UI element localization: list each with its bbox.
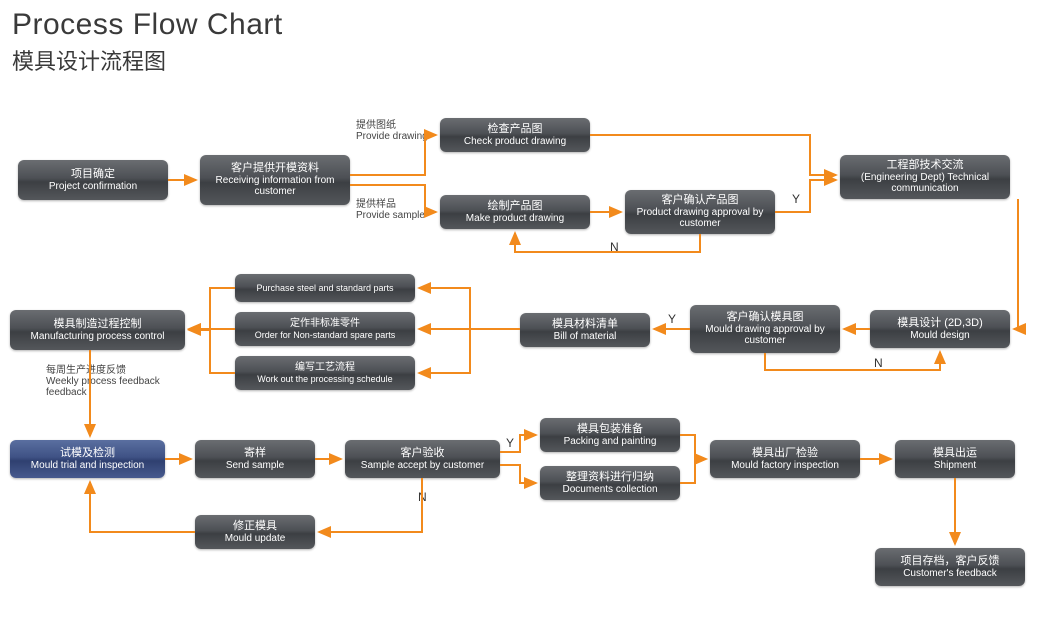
node-customer-feedback: 项目存档，客户反馈 Customer's feedback xyxy=(875,548,1025,586)
text-en: Provide sample xyxy=(356,210,425,221)
text-en: Manufacturing process control xyxy=(31,331,165,343)
node-product-drawing-approval: 客户确认产品图 Product drawing approval by cust… xyxy=(625,190,775,234)
node-project-confirmation: 项目确定 Project confirmation xyxy=(18,160,168,200)
text-cn: 模具出厂检验 xyxy=(752,447,818,460)
node-bill-of-material: 模具材料清单 Bill of material xyxy=(520,313,650,347)
node-packing-painting: 模具包装准备 Packing and painting xyxy=(540,418,680,452)
text-en: Mould design xyxy=(910,330,969,342)
node-mould-update: 修正模具 Mould update xyxy=(195,515,315,549)
text-en: Make product drawing xyxy=(466,213,564,225)
label-n1: N xyxy=(610,240,619,254)
node-factory-inspection: 模具出厂检验 Mould factory inspection xyxy=(710,440,860,478)
text-en: Purchase steel and standard parts xyxy=(256,283,393,293)
text-en: Check product drawing xyxy=(464,136,566,148)
text-cn: 模具材料清单 xyxy=(552,318,618,331)
node-mould-design: 模具设计 (2D,3D) Mould design xyxy=(870,310,1010,348)
text-cn: 绘制产品图 xyxy=(488,200,543,213)
label-y3: Y xyxy=(506,436,514,450)
text-cn: 编写工艺流程 xyxy=(295,362,355,374)
text-en: Documents collection xyxy=(562,484,657,496)
text-cn: 项目存档，客户反馈 xyxy=(901,555,1000,568)
text-cn: 模具包装准备 xyxy=(577,423,643,436)
text-cn: 提供图纸 xyxy=(356,120,428,131)
node-make-product-drawing: 绘制产品图 Make product drawing xyxy=(440,195,590,229)
text-cn: 模具设计 (2D,3D) xyxy=(897,317,983,330)
node-mould-drawing-approval: 客户确认模具图 Mould drawing approval by custom… xyxy=(690,305,840,353)
text-cn: 客户验收 xyxy=(401,447,445,460)
text-cn: 检查产品图 xyxy=(488,123,543,136)
label-n3: N xyxy=(418,490,427,504)
text-cn: 每周生产进度反馈 xyxy=(46,365,160,376)
text-en: Order for Non-standard spare parts xyxy=(255,330,396,340)
label-y1: Y xyxy=(792,192,800,206)
node-order-nonstandard: 定作非标准零件 Order for Non-standard spare par… xyxy=(235,312,415,346)
node-receiving-information: 客户提供开模资料 Receiving information from cust… xyxy=(200,155,350,205)
text-cn: 模具出运 xyxy=(933,447,977,460)
text-cn: 模具制造过程控制 xyxy=(54,318,142,331)
text-en: Send sample xyxy=(226,460,284,472)
text-en: Receiving information from customer xyxy=(206,175,344,198)
label-y2: Y xyxy=(668,312,676,326)
node-purchase-steel: Purchase steel and standard parts xyxy=(235,274,415,302)
text-en: Product drawing approval by customer xyxy=(631,207,769,230)
node-shipment: 模具出运 Shipment xyxy=(895,440,1015,478)
text-en: Mould update xyxy=(225,533,286,545)
text-en: Sample accept by customer xyxy=(361,460,484,472)
text-en: Provide drawing xyxy=(356,131,428,142)
text-cn: 工程部技术交流 xyxy=(887,159,964,172)
text-cn: 寄样 xyxy=(244,447,266,460)
page-title-cn: 模具设计流程图 xyxy=(12,44,166,76)
text-cn: 修正模具 xyxy=(233,520,277,533)
node-sample-accept: 客户验收 Sample accept by customer xyxy=(345,440,500,478)
text-en: Customer's feedback xyxy=(903,568,997,580)
text-cn: 项目确定 xyxy=(71,168,115,181)
node-manufacturing-process-control: 模具制造过程控制 Manufacturing process control xyxy=(10,310,185,350)
label-provide-sample: 提供样品 Provide sample xyxy=(356,199,425,221)
node-processing-schedule: 编写工艺流程 Work out the processing schedule xyxy=(235,356,415,390)
text-en: Packing and painting xyxy=(564,436,657,448)
node-documents-collection: 整理资料进行归纳 Documents collection xyxy=(540,466,680,500)
text-cn: 试模及检测 xyxy=(60,447,115,460)
node-mould-trial-inspection: 试模及检测 Mould trial and inspection xyxy=(10,440,165,478)
text-cn: 提供样品 xyxy=(356,199,425,210)
label-provide-drawing: 提供图纸 Provide drawing xyxy=(356,120,428,142)
node-technical-communication: 工程部技术交流 (Engineering Dept) Technical com… xyxy=(840,155,1010,199)
label-n2: N xyxy=(874,356,883,370)
text-en: Weekly process feedback xyxy=(46,376,160,387)
node-check-product-drawing: 检查产品图 Check product drawing xyxy=(440,118,590,152)
text-en: Project confirmation xyxy=(49,181,137,193)
text-en: Bill of material xyxy=(554,331,617,343)
text-en: (Engineering Dept) Technical communicati… xyxy=(846,172,1004,195)
text-cn: 客户提供开模资料 xyxy=(231,162,319,175)
label-weekly-feedback: 每周生产进度反馈 Weekly process feedback feedbac… xyxy=(46,365,160,398)
page-title-en: Process Flow Chart xyxy=(12,8,283,42)
text-en: Work out the processing schedule xyxy=(257,374,392,384)
text-en: Shipment xyxy=(934,460,976,472)
text-cn: 客户确认模具图 xyxy=(727,311,804,324)
text-cn: 定作非标准零件 xyxy=(290,318,360,330)
text-en: Mould drawing approval by customer xyxy=(696,324,834,347)
text-en: Mould trial and inspection xyxy=(31,460,144,472)
text-en: Mould factory inspection xyxy=(731,460,839,472)
node-send-sample: 寄样 Send sample xyxy=(195,440,315,478)
text-cn: 整理资料进行归纳 xyxy=(566,471,654,484)
text-cn: 客户确认产品图 xyxy=(662,194,739,207)
